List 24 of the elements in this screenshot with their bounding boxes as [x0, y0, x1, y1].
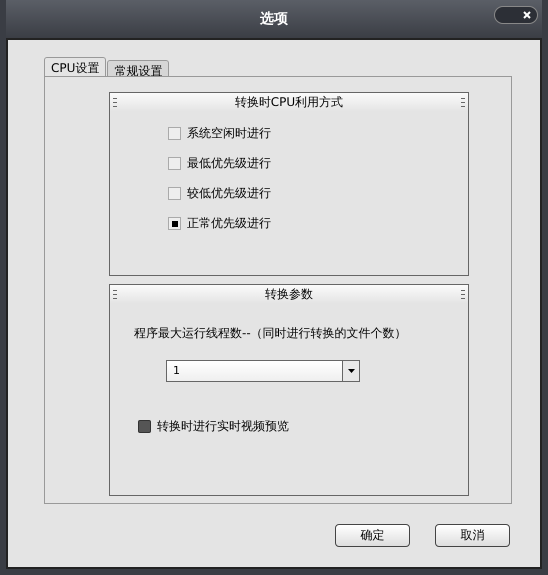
- checkbox[interactable]: [168, 127, 181, 140]
- window-title: 选项: [260, 10, 288, 28]
- dropdown-value: 1: [172, 363, 181, 379]
- dialog-button[interactable]: 确定: [335, 524, 410, 547]
- close-icon: [523, 11, 531, 19]
- option-label: 系统空闲时进行: [187, 125, 271, 142]
- checkbox[interactable]: [168, 187, 181, 200]
- tab[interactable]: CPU设置: [44, 57, 106, 76]
- close-button[interactable]: [494, 6, 538, 24]
- option-label: 最低优先级进行: [187, 155, 271, 172]
- tab[interactable]: 常规设置: [107, 60, 170, 76]
- group-title: 转换参数: [265, 286, 313, 302]
- dialog-button[interactable]: 取消: [435, 524, 510, 547]
- caret-icon: [348, 369, 354, 373]
- checkbox[interactable]: [168, 157, 181, 170]
- group-title: 转换时CPU利用方式: [234, 94, 344, 110]
- option-label: 正常优先级进行: [187, 215, 271, 232]
- option-label: 较低优先级进行: [187, 185, 271, 202]
- thread-count-dropdown[interactable]: 1: [166, 360, 360, 382]
- dropdown-button[interactable]: [342, 361, 359, 381]
- checkbox[interactable]: [138, 420, 151, 433]
- checkbox[interactable]: [168, 217, 181, 230]
- field-label: 程序最大运行线程数--（同时进行转换的文件个数）: [134, 325, 408, 342]
- option-label: 转换时进行实时视频预览: [157, 418, 289, 435]
